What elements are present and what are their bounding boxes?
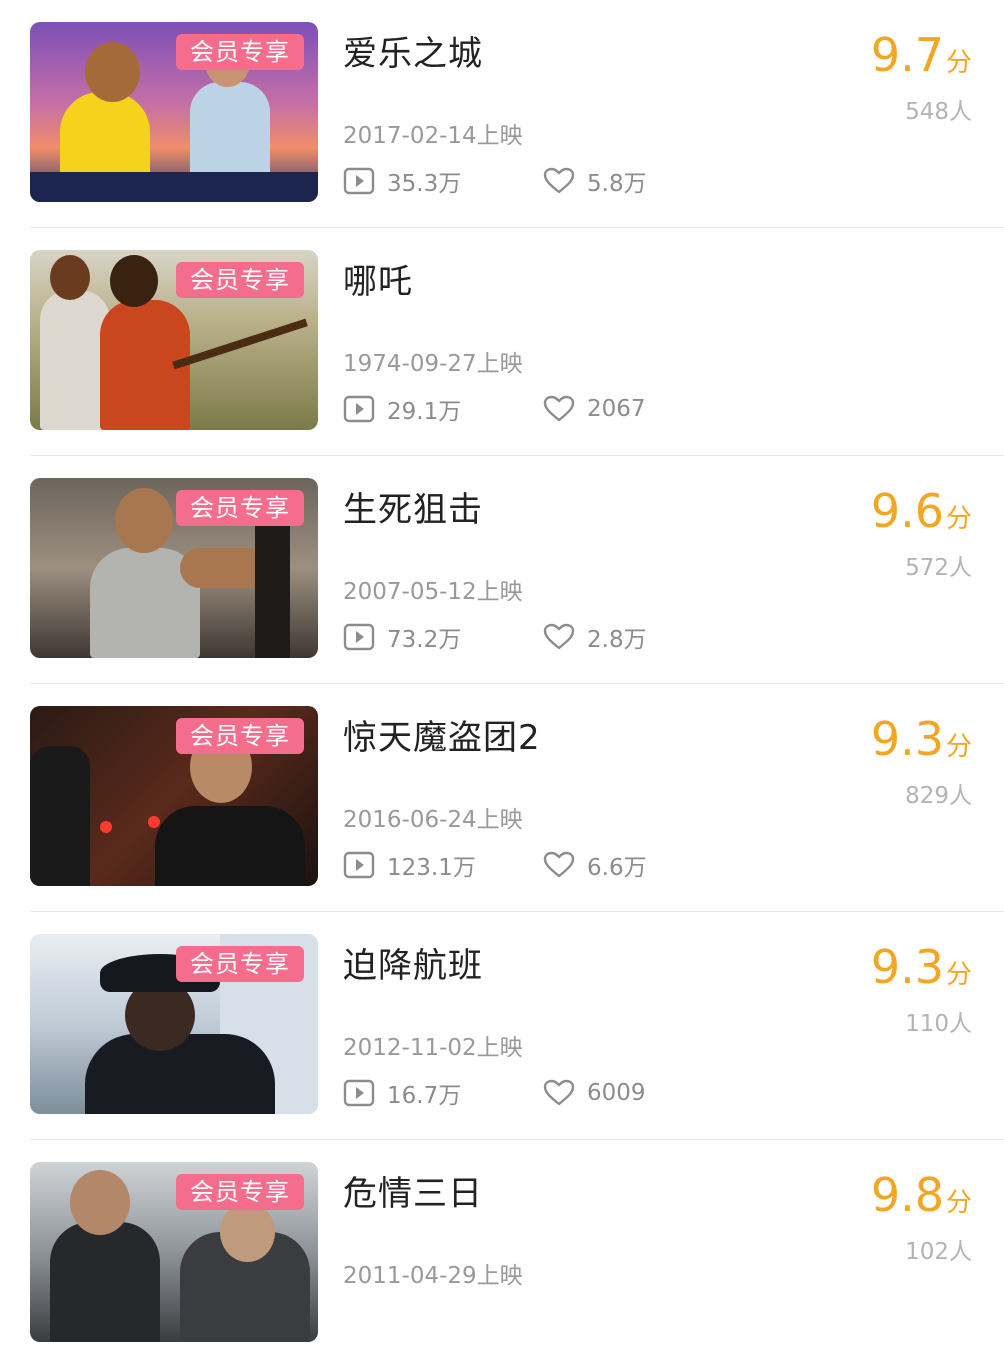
movie-item[interactable]: 会员专享 迫降航班 2012-11-02上映 16.7万 6009 9.3分 1… [0,912,1004,1140]
movie-poster[interactable]: 会员专享 [30,706,318,886]
rater-count: 548人 [905,99,972,125]
movie-stats: 35.3万 5.8万 [343,164,647,198]
movie-list: 会员专享 爱乐之城 2017-02-14上映 35.3万 5.8万 9.7分 5… [0,0,1004,1368]
heart-icon[interactable] [543,395,575,423]
like-count[interactable]: 2067 [543,395,646,423]
heart-icon[interactable] [543,1079,575,1107]
movie-item[interactable]: 会员专享 惊天魔盗团2 2016-06-24上映 123.1万 6.6万 9.3… [0,684,1004,912]
score-unit: 分 [945,732,972,762]
like-count-value: 6.6万 [587,855,647,881]
play-count-value: 123.1万 [387,855,476,881]
heart-icon[interactable] [543,623,575,651]
play-icon [343,1079,375,1107]
play-count: 16.7万 [343,1076,543,1110]
movie-title[interactable]: 哪吒 [343,254,413,303]
movie-title[interactable]: 生死狙击 [343,482,483,531]
score-unit: 分 [945,504,972,534]
like-count-value: 2.8万 [587,627,647,653]
release-date: 2007-05-12上映 [343,579,523,605]
play-count-value: 16.7万 [387,1083,462,1109]
like-count-value: 2067 [587,396,646,422]
score: 9.6分 [871,484,972,538]
score-unit: 分 [945,1188,972,1218]
play-icon [343,167,375,195]
score-value: 9.3 [870,712,944,766]
release-date: 2011-04-29上映 [343,1263,523,1289]
play-icon [343,851,375,879]
movie-item[interactable]: 会员专享 生死狙击 2007-05-12上映 73.2万 2.8万 9.6分 5… [0,456,1004,684]
score-value: 9.8 [870,1168,944,1222]
movie-title[interactable]: 危情三日 [343,1166,483,1215]
movie-stats: 73.2万 2.8万 [343,620,647,654]
score: 9.8分 [871,1168,972,1222]
score-value: 9.7 [870,28,944,82]
rater-count: 572人 [905,555,972,581]
like-count[interactable]: 5.8万 [543,164,647,198]
like-count-value: 6009 [587,1080,646,1106]
vip-badge: 会员专享 [176,1174,304,1210]
vip-badge: 会员专享 [176,946,304,982]
movie-title[interactable]: 爱乐之城 [343,26,483,75]
score-value: 9.3 [870,940,944,994]
vip-badge: 会员专享 [176,262,304,298]
movie-item[interactable]: 会员专享 爱乐之城 2017-02-14上映 35.3万 5.8万 9.7分 5… [0,0,1004,228]
release-date: 2012-11-02上映 [343,1035,523,1061]
play-count: 123.1万 [343,848,543,882]
movie-poster[interactable]: 会员专享 [30,934,318,1114]
rater-count: 102人 [905,1239,972,1265]
like-count-value: 5.8万 [587,171,647,197]
score-value: 9.6 [870,484,944,538]
release-date: 2017-02-14上映 [343,123,523,149]
rater-count: 110人 [905,1011,972,1037]
heart-icon[interactable] [543,167,575,195]
score: 9.7分 [871,28,972,82]
play-icon [343,395,375,423]
movie-item[interactable]: 会员专享 哪吒 1974-09-27上映 29.1万 2067 [0,228,1004,456]
vip-badge: 会员专享 [176,718,304,754]
movie-title[interactable]: 惊天魔盗团2 [343,710,541,759]
release-date: 2016-06-24上映 [343,807,523,833]
score: 9.3分 [871,712,972,766]
movie-poster[interactable]: 会员专享 [30,250,318,430]
play-count: 29.1万 [343,392,543,426]
play-count: 73.2万 [343,620,543,654]
movie-stats: 29.1万 2067 [343,392,646,426]
play-count-value: 29.1万 [387,399,462,425]
movie-poster[interactable]: 会员专享 [30,22,318,202]
movie-title[interactable]: 迫降航班 [343,938,483,987]
play-count-value: 35.3万 [387,171,462,197]
like-count[interactable]: 2.8万 [543,620,647,654]
release-date: 1974-09-27上映 [343,351,523,377]
movie-stats: 16.7万 6009 [343,1076,646,1110]
heart-icon[interactable] [543,851,575,879]
play-count: 35.3万 [343,164,543,198]
movie-poster[interactable]: 会员专享 [30,1162,318,1342]
movie-poster[interactable]: 会员专享 [30,478,318,658]
like-count[interactable]: 6.6万 [543,848,647,882]
rater-count: 829人 [905,783,972,809]
vip-badge: 会员专享 [176,34,304,70]
play-count-value: 73.2万 [387,627,462,653]
play-icon [343,623,375,651]
score-unit: 分 [945,48,972,78]
score-unit: 分 [945,960,972,990]
movie-stats: 123.1万 6.6万 [343,848,647,882]
vip-badge: 会员专享 [176,490,304,526]
movie-item[interactable]: 会员专享 危情三日 2011-04-29上映 9.8分 102人 [0,1140,1004,1368]
like-count[interactable]: 6009 [543,1079,646,1107]
score: 9.3分 [871,940,972,994]
